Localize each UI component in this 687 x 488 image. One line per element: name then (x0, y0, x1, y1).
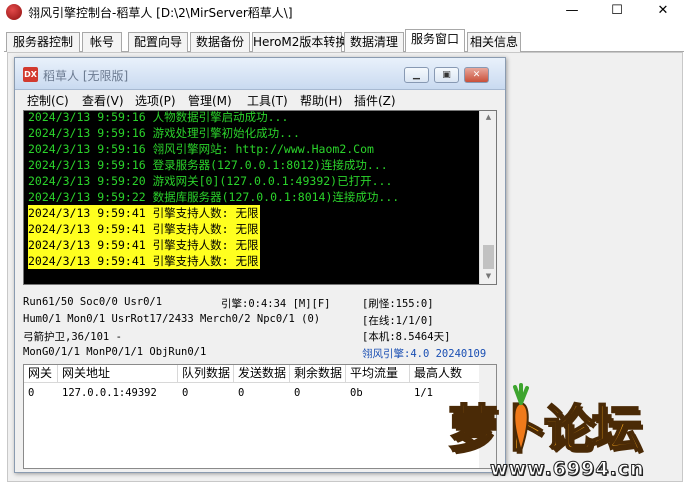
log-line: 2024/3/13 9:59:16 翎风引擎网站: http://www.Hao… (28, 142, 374, 156)
menu-help[interactable]: 帮助(H) (300, 92, 342, 109)
minimize-button[interactable]: — (549, 0, 595, 24)
column-header[interactable]: 平均流量 (346, 365, 410, 383)
log-line-highlighted: 2024/3/13 9:59:41 引擎支持人数: 无限 (28, 253, 261, 269)
engine-restore-button[interactable]: ▣ (434, 67, 459, 83)
log-line: 2024/3/13 9:59:16 登录服务器(127.0.0.1:8012)连… (28, 158, 388, 172)
tab-service-window[interactable]: 服务窗口 (405, 29, 465, 53)
cell-remaining: 0 (294, 387, 301, 399)
log-line: 2024/3/13 9:59:20 游戏网关[0](127.0.0.1:4939… (28, 174, 393, 188)
log-scroll-thumb[interactable] (483, 245, 494, 269)
log-line: 2024/3/13 9:59:22 数据库服务器(127.0.0.1:8014)… (28, 190, 400, 204)
app-icon (6, 4, 22, 20)
log-line-highlighted: 2024/3/13 9:59:41 引擎支持人数: 无限 (28, 205, 261, 221)
cell-sent: 0 (238, 387, 245, 399)
log-line: 2024/3/13 9:59:16 人物数据引擎启动成功... (28, 110, 289, 124)
tab-data-cleanup[interactable]: 数据清理 (344, 32, 404, 52)
title-bar: 翎风引擎控制台-稻草人 [D:\2\MirServer稻草人\] — ☐ ✕ (0, 0, 687, 24)
status-archer-guard: 弓箭护卫,36/101 - (23, 331, 122, 343)
status-engine-uptime: 引擎:0:4:34 [M][F] (221, 298, 331, 310)
status-monster-group: MonG0/1/1 MonP0/1/1 ObjRun0/1 (23, 346, 207, 358)
cell-address: 127.0.0.1:49392 (62, 387, 157, 399)
engine-minimize-button[interactable]: ▁ (404, 67, 429, 83)
tab-herom2-convert[interactable]: HeroM2版本转换 (252, 32, 347, 52)
cell-gateway: 0 (28, 387, 35, 399)
engine-close-button[interactable]: ✕ (464, 67, 489, 83)
tab-data-backup[interactable]: 数据备份 (190, 32, 250, 52)
tab-account[interactable]: 帐号 (82, 32, 122, 52)
gateway-table: 网关 网关地址 队列数据 发送数据 剩余数据 平均流量 最高人数 0 127.0… (23, 364, 497, 469)
column-header[interactable]: 最高人数 (410, 365, 480, 383)
column-header[interactable]: 网关 (24, 365, 58, 383)
log-line: 2024/3/13 9:59:16 游戏处理引擎初始化成功... (28, 126, 300, 140)
status-hum: Hum0/1 Mon0/1 UsrRot17/2433 Merch0/2 Npc… (23, 313, 321, 325)
tab-server-control[interactable]: 服务器控制 (6, 32, 80, 52)
engine-version: 翎风引擎:4.0 20240109 (362, 348, 487, 360)
log-console[interactable]: 2024/3/13 9:59:16 人物数据引擎启动成功... 2024/3/1… (23, 110, 497, 285)
maximize-button[interactable]: ☐ (594, 0, 640, 24)
menu-bar: 控制(C) 查看(V) 选项(P) 管理(M) 工具(T) 帮助(H) 插件(Z… (15, 90, 505, 109)
cell-queue: 0 (182, 387, 189, 399)
menu-plugins[interactable]: 插件(Z) (354, 92, 396, 109)
status-monster-refresh: [刷怪:155:0] (362, 298, 434, 310)
status-local: [本机:8.5464天] (362, 331, 451, 343)
watermark-logo: 萝卜论坛 www.6994.cn (440, 383, 687, 488)
column-header[interactable]: 剩余数据 (290, 365, 346, 383)
window-title: 翎风引擎控制台-稻草人 [D:\2\MirServer稻草人\] (28, 6, 293, 20)
engine-window: DX 稻草人 [无限版] ▁ ▣ ✕ 控制(C) 查看(V) 选项(P) 管理(… (14, 57, 506, 473)
close-button[interactable]: ✕ (640, 0, 686, 24)
scroll-down-icon[interactable]: ▼ (483, 272, 494, 280)
log-line-highlighted: 2024/3/13 9:59:41 引擎支持人数: 无限 (28, 237, 261, 253)
log-line-highlighted: 2024/3/13 9:59:41 引擎支持人数: 无限 (28, 221, 261, 237)
menu-view[interactable]: 查看(V) (82, 92, 124, 109)
tab-related-info[interactable]: 相关信息 (467, 32, 521, 52)
watermark-text: 萝卜论坛 (447, 399, 643, 459)
column-header[interactable]: 发送数据 (234, 365, 290, 383)
dx-logo-icon: DX (23, 67, 38, 82)
menu-options[interactable]: 选项(P) (135, 92, 176, 109)
watermark-url: www.6994.cn (490, 458, 645, 481)
engine-window-title-bar: DX 稻草人 [无限版] ▁ ▣ ✕ (15, 58, 505, 90)
column-header[interactable]: 网关地址 (58, 365, 178, 383)
tab-config-wizard[interactable]: 配置向导 (128, 32, 188, 52)
menu-control[interactable]: 控制(C) (27, 92, 69, 109)
engine-window-title: 稻草人 [无限版] (43, 69, 129, 83)
tab-strip: 服务器控制 帐号 配置向导 数据备份 HeroM2版本转换 数据清理 服务窗口 … (4, 29, 684, 53)
scroll-up-icon[interactable]: ▲ (483, 113, 494, 121)
status-run: Run61/50 Soc0/0 Usr0/1 (23, 296, 163, 308)
cell-max-users: 1/1 (414, 387, 433, 399)
menu-manage[interactable]: 管理(M) (188, 92, 232, 109)
menu-tools[interactable]: 工具(T) (247, 92, 288, 109)
status-online: [在线:1/1/0] (362, 315, 434, 327)
column-header[interactable]: 队列数据 (178, 365, 234, 383)
carrot-icon (513, 383, 529, 453)
log-scrollbar[interactable]: ▲ ▼ (479, 111, 496, 284)
cell-avg-traffic: 0b (350, 387, 363, 399)
